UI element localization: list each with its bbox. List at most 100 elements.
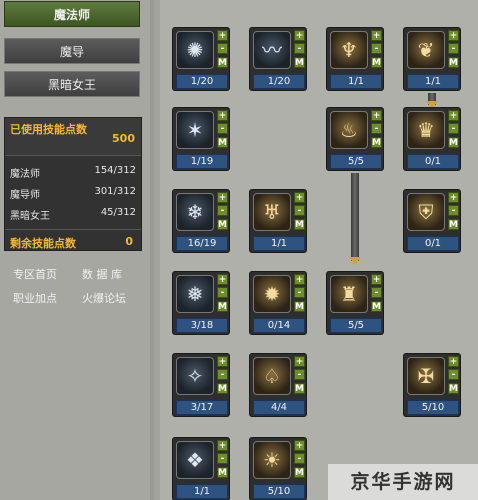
- skill-plus-button[interactable]: +: [217, 192, 228, 203]
- skill-level: 5/10: [407, 400, 459, 415]
- nav-forum[interactable]: 火爆论坛: [82, 290, 126, 306]
- skill-plus-button[interactable]: +: [294, 440, 305, 451]
- dancer-icon[interactable]: ♤: [253, 357, 291, 395]
- wave-icon[interactable]: 〰: [253, 31, 291, 69]
- fire-orb-icon[interactable]: ✹: [253, 275, 291, 313]
- sun-icon[interactable]: ☀: [253, 441, 291, 479]
- skill-master-button[interactable]: M: [294, 219, 305, 230]
- skill-master-button[interactable]: M: [217, 219, 228, 230]
- skill-master-button[interactable]: M: [371, 57, 382, 68]
- skill-minus-button[interactable]: -: [217, 123, 228, 134]
- skill-minus-button[interactable]: -: [294, 369, 305, 380]
- skill-minus-button[interactable]: -: [371, 287, 382, 298]
- skill-plus-button[interactable]: +: [371, 30, 382, 41]
- skill-node: ✹ + - M 0/14: [249, 271, 307, 335]
- used-points-row: 已使用技能点数 500: [5, 118, 141, 156]
- skill-plus-button[interactable]: +: [371, 274, 382, 285]
- skill-plus-button[interactable]: +: [448, 192, 459, 203]
- class-points-value: 301/312: [94, 186, 136, 197]
- skill-master-button[interactable]: M: [217, 301, 228, 312]
- class-points-value: 154/312: [94, 165, 136, 176]
- skill-master-button[interactable]: M: [294, 57, 305, 68]
- skill-master-button[interactable]: M: [217, 57, 228, 68]
- ice-shard-icon[interactable]: ❄: [176, 193, 214, 231]
- bolt-figure-icon[interactable]: ♅: [253, 193, 291, 231]
- tab-dark-empress[interactable]: 黑暗女王: [4, 71, 140, 97]
- skill-node: ⛨ + - M 0/1: [403, 189, 461, 253]
- golem-icon[interactable]: ♜: [330, 275, 368, 313]
- skill-plus-button[interactable]: +: [294, 274, 305, 285]
- remaining-points-label: 剩余技能点数: [10, 237, 76, 250]
- skill-master-button[interactable]: M: [294, 383, 305, 394]
- skill-minus-button[interactable]: -: [217, 205, 228, 216]
- skill-plus-button[interactable]: +: [294, 356, 305, 367]
- skill-master-button[interactable]: M: [448, 219, 459, 230]
- skill-node: ♤ + - M 4/4: [249, 353, 307, 417]
- skill-master-button[interactable]: M: [294, 301, 305, 312]
- skill-minus-button[interactable]: -: [294, 287, 305, 298]
- class-points-name: 魔导师: [10, 190, 40, 201]
- skill-minus-button[interactable]: -: [371, 123, 382, 134]
- skill-master-button[interactable]: M: [294, 467, 305, 478]
- skill-minus-button[interactable]: -: [294, 205, 305, 216]
- tab-magic-master[interactable]: 魔导: [4, 38, 140, 64]
- skill-plus-button[interactable]: +: [294, 192, 305, 203]
- skill-level: 1/19: [176, 154, 228, 169]
- skill-master-button[interactable]: M: [448, 57, 459, 68]
- skill-node: ♨ + - M 5/5: [326, 107, 384, 171]
- nav-database[interactable]: 数 据 库: [82, 266, 122, 282]
- skill-plus-button[interactable]: +: [294, 30, 305, 41]
- storm-icon[interactable]: ✧: [176, 357, 214, 395]
- skill-plus-button[interactable]: +: [448, 30, 459, 41]
- skill-minus-button[interactable]: -: [217, 43, 228, 54]
- skill-minus-button[interactable]: -: [294, 43, 305, 54]
- skill-minus-button[interactable]: -: [448, 43, 459, 54]
- nav-zone-home[interactable]: 专区首页: [13, 266, 57, 282]
- skill-plus-button[interactable]: +: [217, 30, 228, 41]
- skill-plus-button[interactable]: +: [217, 274, 228, 285]
- skill-minus-button[interactable]: -: [448, 123, 459, 134]
- skill-master-button[interactable]: M: [217, 137, 228, 148]
- frost-star-icon[interactable]: ✶: [176, 111, 214, 149]
- skill-plus-button[interactable]: +: [217, 440, 228, 451]
- skill-minus-button[interactable]: -: [294, 453, 305, 464]
- skill-master-button[interactable]: M: [217, 383, 228, 394]
- skill-minus-button[interactable]: -: [217, 453, 228, 464]
- flame-figure-icon[interactable]: ♨: [330, 111, 368, 149]
- skill-minus-button[interactable]: -: [448, 205, 459, 216]
- class-points-name: 黑暗女王: [10, 211, 50, 222]
- skill-node: ❖ + - M 1/1: [172, 437, 230, 500]
- shield-icon[interactable]: ⛨: [407, 193, 445, 231]
- blizzard-icon[interactable]: ❅: [176, 275, 214, 313]
- tab-mage[interactable]: 魔法师: [4, 1, 140, 27]
- crystal-icon[interactable]: ❖: [176, 441, 214, 479]
- water-burst-icon[interactable]: ✺: [176, 31, 214, 69]
- warrior-icon[interactable]: ♛: [407, 111, 445, 149]
- used-points-value: 500: [112, 132, 135, 145]
- skill-plus-button[interactable]: +: [448, 356, 459, 367]
- skill-minus-button[interactable]: -: [371, 43, 382, 54]
- skill-master-button[interactable]: M: [371, 137, 382, 148]
- dove-icon[interactable]: ❦: [407, 31, 445, 69]
- skill-level: 1/1: [330, 74, 382, 89]
- skill-minus-button[interactable]: -: [448, 369, 459, 380]
- skill-minus-button[interactable]: -: [217, 369, 228, 380]
- skill-plus-button[interactable]: +: [217, 110, 228, 121]
- skill-plus-button[interactable]: +: [448, 110, 459, 121]
- skill-master-button[interactable]: M: [371, 301, 382, 312]
- skill-connector-arrow: [349, 257, 361, 265]
- skill-minus-button[interactable]: -: [217, 287, 228, 298]
- skill-node: ✧ + - M 3/17: [172, 353, 230, 417]
- skill-master-button[interactable]: M: [448, 383, 459, 394]
- remaining-points-value: 0: [125, 235, 133, 248]
- skill-node: ✶ + - M 1/19: [172, 107, 230, 171]
- skill-plus-button[interactable]: +: [217, 356, 228, 367]
- crest-icon[interactable]: ✠: [407, 357, 445, 395]
- skill-level: 3/17: [176, 400, 228, 415]
- skill-level: 5/10: [253, 484, 305, 499]
- nav-class-build[interactable]: 职业加点: [13, 290, 57, 306]
- skill-master-button[interactable]: M: [448, 137, 459, 148]
- figure-icon[interactable]: ♆: [330, 31, 368, 69]
- skill-master-button[interactable]: M: [217, 467, 228, 478]
- skill-plus-button[interactable]: +: [371, 110, 382, 121]
